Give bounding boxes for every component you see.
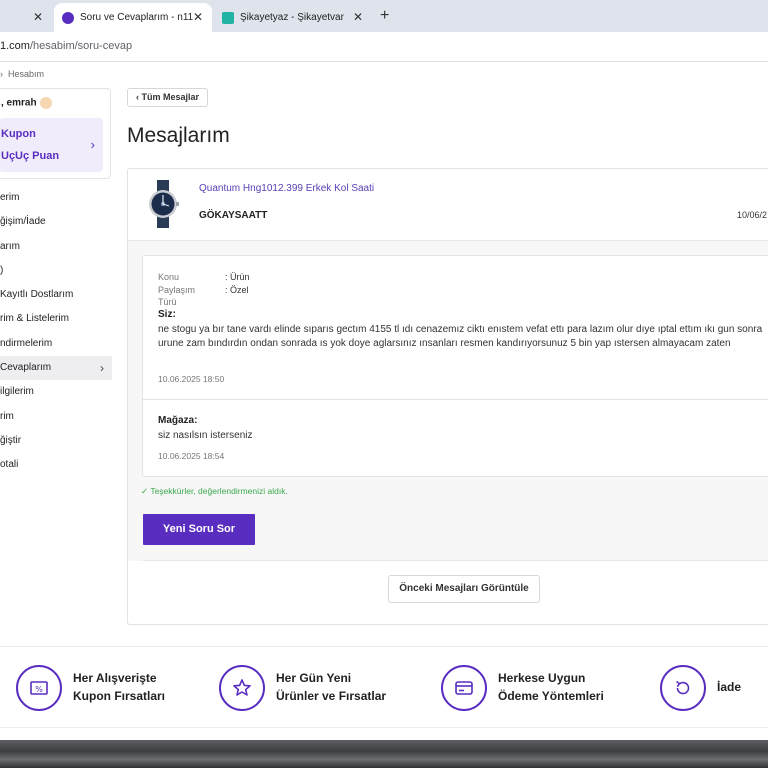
sidebar-item-listelerim[interactable]: rim & Listelerim [0, 307, 112, 331]
seller-name: GÖKAYSAATT [199, 210, 268, 221]
breadcrumb-chevron-icon: › [0, 69, 8, 79]
paylasim-value: : Özel [225, 285, 249, 295]
feature-subtitle: Ödeme Yöntemleri [498, 689, 604, 703]
sidebar-item-label: Cevaplarım [0, 362, 52, 374]
svg-text:%: % [35, 685, 43, 694]
message-date: 10/06/2 [737, 210, 768, 220]
store-reply-text: siz nasılsın isterseniz [158, 430, 253, 441]
sidebar-item-label: ğiştir [0, 434, 22, 446]
sidebar-item-label: Kayıtlı Dostlarım [0, 289, 74, 301]
sidebar-item-sifre-degistir[interactable]: ğiştir [0, 429, 112, 453]
sidebar-item-degerlendirmelerim[interactable]: ndirmelerim [0, 332, 112, 356]
store-sender-label: Mağaza: [158, 415, 198, 426]
paylasim-label: Paylaşım [158, 285, 196, 295]
tab-previous[interactable]: ✕ [0, 3, 52, 32]
background-image-strip [0, 740, 768, 768]
feature-subtitle: Kupon Fırsatları [73, 689, 166, 703]
sidebar-item-degisim-iade[interactable]: ğişim/İade [0, 210, 112, 234]
turu-label: Türü [158, 297, 177, 307]
return-icon [660, 665, 706, 711]
waving-hand-icon [39, 97, 52, 109]
promo-coupon-label: Kupon [1, 128, 36, 140]
back-label: Tüm Mesajlar [141, 92, 200, 102]
url-path: /hesabim/soru-cevap [29, 40, 133, 52]
sidebar-item-label: otali [0, 459, 19, 471]
promo-points-label: UçUç Puan [1, 150, 60, 162]
tab-label: Şikayetyaz - Şikayetvar [240, 12, 344, 23]
coupon-icon: % [16, 665, 62, 711]
user-card: , emrah Kupon UçUç Puan › [0, 88, 111, 179]
store-reply-timestamp: 10.06.2025 18:54 [158, 451, 225, 461]
sidebar-item-4[interactable]: ) [0, 259, 112, 283]
feature-title: Her Alışverişte [73, 671, 157, 685]
features-strip: % Her Alışverişte Kupon Fırsatları Her G… [0, 646, 768, 728]
page-title: Mesajlarım [127, 124, 230, 147]
previous-messages-button[interactable]: Önceki Mesajları Görüntüle [388, 575, 540, 603]
feature-subtitle: Ürünler ve Fırsatlar [276, 689, 387, 703]
breadcrumb: › Hesabım [0, 69, 44, 79]
sidebar-item-bilgilerim[interactable]: ilgilerim [0, 380, 112, 404]
feature-title: Herkese Uygun [498, 671, 586, 685]
close-icon[interactable]: ✕ [350, 9, 366, 25]
message-box: Konu : Ürün Paylaşım : Özel Türü Siz: ne… [142, 255, 768, 477]
sidebar-item-label: ) [0, 264, 4, 276]
greeting: , emrah [1, 97, 52, 109]
back-to-all-messages-button[interactable]: ‹ Tüm Mesajlar [127, 88, 209, 107]
sidebar-item-favorilerim[interactable]: arım [0, 235, 112, 259]
new-tab-icon[interactable]: + [380, 7, 389, 25]
sidebar-item-label: ndirmelerim [0, 337, 53, 349]
close-icon[interactable]: ✕ [30, 9, 46, 25]
sidebar-item-siparislerim[interactable]: erim [0, 186, 112, 210]
sidebar-item-label: ğişim/İade [0, 216, 46, 228]
star-icon [219, 665, 265, 711]
feature-title: İade [717, 680, 742, 694]
sidebar-item-label: ilgilerim [0, 386, 34, 398]
browser-tabbar: ✕ Soru ve Cevaplarım - n11 ✕ Şikayetyaz … [0, 0, 768, 32]
message-thread: Konu : Ürün Paylaşım : Özel Türü Siz: ne… [128, 241, 768, 561]
chevron-right-icon: › [100, 361, 104, 376]
sidebar-item-adreslerim[interactable]: rim [0, 405, 112, 429]
url-host: 1.com [0, 40, 30, 52]
sidebar-item-label: rim [0, 410, 14, 422]
konu-label: Konu [158, 272, 180, 282]
account-menu: erim ğişim/İade arım ) Kayıtlı Dostlarım… [0, 186, 112, 478]
user-sender-label: Siz: [158, 309, 176, 320]
tab-label: Soru ve Cevaplarım - n11 [80, 12, 194, 23]
user-message-text: ne stogu ya bır tane vardı elinde sıparı… [158, 324, 763, 349]
breadcrumb-hesabim[interactable]: Hesabım [8, 69, 44, 79]
message-divider [143, 399, 768, 400]
new-question-button[interactable]: Yeni Soru Sor [143, 514, 255, 545]
card-icon [441, 665, 487, 711]
product-header: Quantum Hng1012.399 Erkek Kol Saati GÖKA… [128, 169, 768, 241]
message-panel: Quantum Hng1012.399 Erkek Kol Saati GÖKA… [127, 168, 768, 625]
close-icon[interactable]: ✕ [190, 9, 206, 25]
section-divider [143, 560, 768, 561]
sidebar-item-portali[interactable]: otali [0, 453, 112, 477]
watch-product-image[interactable] [147, 180, 179, 228]
greeting-text: , emrah [1, 97, 37, 109]
sikayetvar-favicon-icon [222, 11, 234, 24]
coupon-promo[interactable]: Kupon UçUç Puan › [0, 118, 103, 172]
address-bar[interactable]: 1.com/hesabim/soru-cevap [0, 32, 768, 62]
sidebar-item-kayitli-dostlarim[interactable]: Kayıtlı Dostlarım [0, 283, 112, 307]
n11-favicon-icon [62, 11, 74, 24]
konu-value: : Ürün [225, 272, 250, 282]
tab-sikayetvar[interactable]: Şikayetyaz - Şikayetvar ✕ [214, 3, 372, 32]
chevron-right-icon: › [90, 137, 95, 152]
sidebar-item-soru-cevaplarim[interactable]: Cevaplarım › [0, 356, 112, 381]
sidebar-item-label: erim [0, 192, 20, 203]
rating-thanks-message: ✓ Teşekkürler, değerlendirmenizi aldık. [141, 486, 288, 496]
url-text[interactable]: 1.com/hesabim/soru-cevap [0, 40, 132, 52]
tab-soru-cevap[interactable]: Soru ve Cevaplarım - n11 ✕ [54, 3, 212, 32]
sidebar-item-label: arım [0, 240, 20, 252]
product-name-link[interactable]: Quantum Hng1012.399 Erkek Kol Saati [199, 183, 374, 194]
user-message-timestamp: 10.06.2025 18:50 [158, 374, 225, 384]
sidebar-item-label: rim & Listelerim [0, 313, 69, 325]
feature-title: Her Gün Yeni [276, 671, 352, 685]
